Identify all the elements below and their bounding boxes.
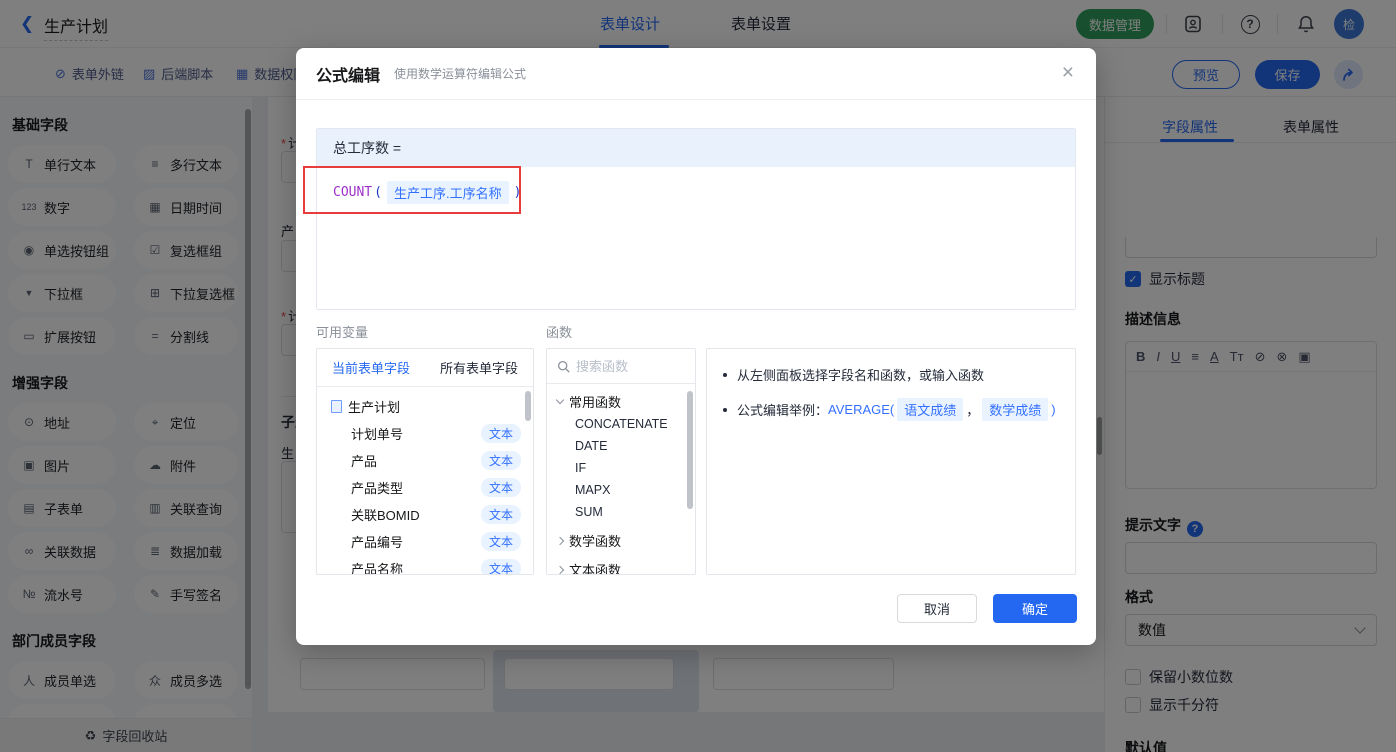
type-badge: 文本	[480, 532, 521, 551]
modal-footer: 取消 确定	[897, 594, 1077, 623]
function-item[interactable]: SUM	[547, 501, 695, 523]
variable-row[interactable]: 产品名称 文本	[317, 555, 533, 574]
function-item[interactable]: MAPX	[547, 479, 695, 501]
example-chip: 数学成绩	[982, 398, 1049, 421]
variable-row[interactable]: 计划单号 文本	[317, 420, 533, 447]
type-badge: 文本	[480, 478, 521, 497]
caret-right-icon	[555, 536, 565, 545]
variables-tree-root[interactable]: 生产计划	[317, 387, 533, 420]
example-chip: 语文成绩	[897, 398, 964, 421]
variables-label: 可用变量	[316, 325, 369, 340]
help-tip-2: 公式编辑举例： AVERAGE( 语文成绩 ， 数学成绩 )	[721, 398, 1061, 421]
function-group-text[interactable]: 文本函数	[547, 552, 695, 574]
example-function: AVERAGE(	[828, 402, 895, 417]
tab-all-form-fields[interactable]: 所有表单字段	[440, 358, 518, 377]
variable-row[interactable]: 产品 文本	[317, 447, 533, 474]
function-group-common[interactable]: 常用函数	[547, 384, 695, 413]
modal-subtitle: 使用数学运算符编辑公式	[394, 67, 527, 81]
help-panel: 从左侧面板选择字段名和函数，或输入函数 公式编辑举例： AVERAGE( 语文成…	[706, 348, 1076, 575]
type-badge: 文本	[480, 559, 521, 574]
modal-title: 公式编辑	[316, 67, 381, 85]
tab-current-form-fields[interactable]: 当前表单字段	[332, 358, 410, 377]
functions-scrollbar[interactable]	[687, 391, 693, 509]
variable-row[interactable]: 产品编号 文本	[317, 528, 533, 555]
function-item[interactable]: CONCATENATE	[547, 413, 695, 435]
type-badge: 文本	[480, 424, 521, 443]
function-group-math[interactable]: 数学函数	[547, 523, 695, 552]
function-search[interactable]	[547, 349, 695, 384]
formula-editor[interactable]: 总工序数 = COUNT(生产工序.工序名称)	[316, 128, 1076, 310]
search-icon	[557, 360, 570, 373]
app-window: ❮ 生产计划 表单设计 表单设置 数据管理 ? 检 ⊘ 表单外链 ▨ 后端脚本 …	[0, 0, 1396, 752]
cancel-button[interactable]: 取消	[897, 594, 977, 623]
function-item[interactable]: DATE	[547, 435, 695, 457]
variables-tabs: 当前表单字段 所有表单字段	[317, 349, 533, 387]
caret-right-icon	[555, 565, 565, 574]
caret-down-icon	[555, 395, 565, 405]
form-doc-icon	[331, 400, 342, 413]
variable-row[interactable]: 关联BOMID 文本	[317, 501, 533, 528]
type-badge: 文本	[480, 451, 521, 470]
modal-header: 公式编辑 使用数学运算符编辑公式 ×	[296, 48, 1096, 100]
functions-label: 函数	[546, 325, 573, 340]
variables-scrollbar[interactable]	[525, 391, 531, 421]
formula-highlight-box	[303, 166, 521, 214]
close-icon[interactable]: ×	[1062, 62, 1074, 83]
formula-target-field: 总工序数	[333, 140, 389, 156]
variables-panel: 当前表单字段 所有表单字段 生产计划 计划单号 文本 产品 文本 产品类型 文本 关联…	[316, 348, 534, 575]
type-badge: 文本	[480, 505, 521, 524]
formula-target-bar: 总工序数 =	[317, 129, 1075, 167]
help-tip-1: 从左侧面板选择字段名和函数，或输入函数	[721, 365, 1061, 384]
function-search-input[interactable]	[576, 358, 676, 374]
confirm-button[interactable]: 确定	[993, 594, 1077, 623]
formula-edit-modal: 公式编辑 使用数学运算符编辑公式 × 总工序数 = COUNT(生产工序.工序名…	[296, 48, 1096, 645]
variable-row[interactable]: 产品类型 文本	[317, 474, 533, 501]
function-item[interactable]: IF	[547, 457, 695, 479]
functions-panel: 常用函数 CONCATENATE DATE IF MAPX SUM 数学函数 文…	[546, 348, 696, 575]
